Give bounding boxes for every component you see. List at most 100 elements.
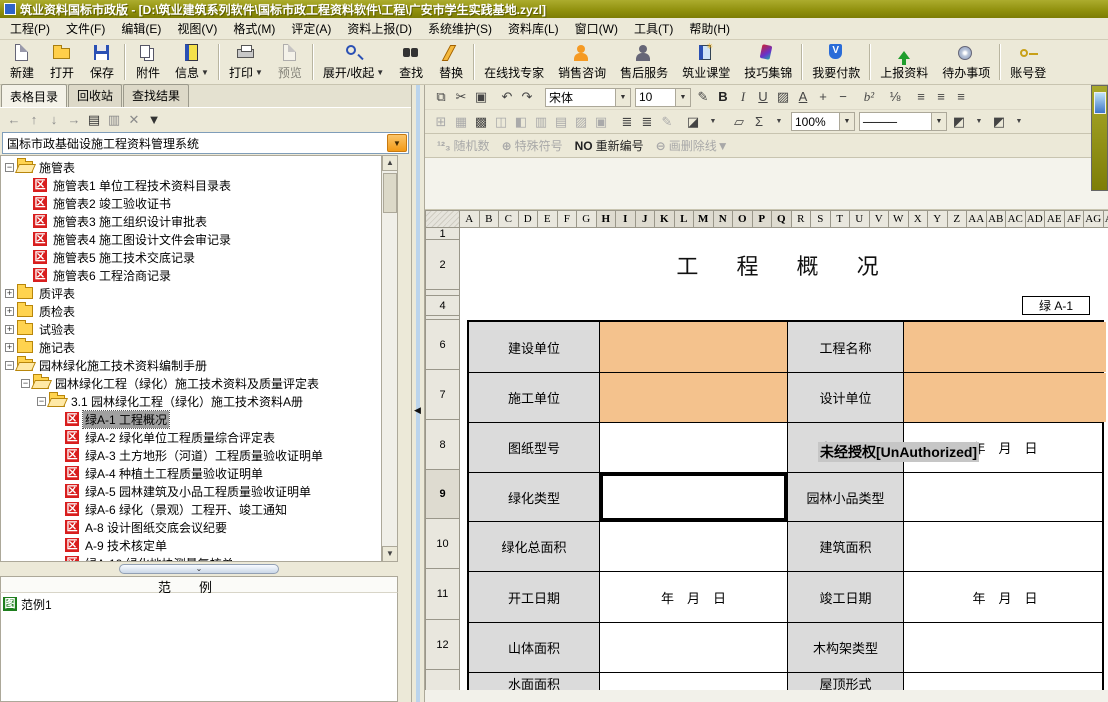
docked-panel-strip[interactable] (1091, 85, 1108, 191)
column-header-E[interactable]: E (538, 210, 558, 228)
row-header-hidden[interactable] (425, 670, 460, 690)
tree-item-12[interactable]: −园林绿化工程（绿化）施工技术资料及质量评定表 (1, 374, 397, 392)
tree-item-14[interactable]: 绿A-1 工程概况 (1, 410, 397, 428)
tree-item-1[interactable]: 施管表1 单位工程技术资料目录表 (1, 176, 397, 194)
fill-pattern-icon[interactable]: ◪ (683, 113, 703, 131)
tree-item-0[interactable]: −施管表 (1, 158, 397, 176)
column-header-I[interactable]: I (616, 210, 636, 228)
tree-item-18[interactable]: 绿A-5 园林建筑及小品工程质量验收证明单 (1, 482, 397, 500)
collapse-left-icon[interactable]: ◀ (414, 405, 421, 416)
attachment-button[interactable]: 附件 (128, 41, 168, 83)
cell-r3c3-field-value[interactable] (903, 473, 1106, 521)
print-button[interactable]: 打印▼ (222, 41, 270, 83)
column-header-J[interactable]: J (636, 210, 656, 228)
column-header-C[interactable]: C (499, 210, 519, 228)
dropdown-arrow-icon[interactable]: ▼ (675, 89, 690, 106)
cell-r0c0-field-label[interactable]: 建设单位 (469, 322, 599, 372)
column-header-AE[interactable]: AE (1045, 210, 1065, 228)
column-header-AA[interactable]: AA (967, 210, 987, 228)
payment-button[interactable]: V我要付款 (805, 41, 867, 83)
menu-item-8[interactable]: 资料库(L) (500, 18, 567, 39)
zoom-select[interactable]: 100%▼ (791, 112, 855, 131)
expander-icon[interactable]: − (5, 163, 14, 172)
highlight-icon[interactable]: ▨ (773, 88, 793, 106)
font-size-select[interactable]: 10▼ (635, 88, 691, 107)
filter-icon[interactable]: ▼ (144, 112, 164, 127)
row-header-8[interactable]: 8 (425, 420, 460, 470)
menu-item-2[interactable]: 编辑(E) (113, 18, 169, 39)
cell-r7c1-field-value[interactable] (599, 673, 787, 690)
example-item-0[interactable]: 范例1 (3, 595, 395, 613)
tree-item-22[interactable]: 绿A-10 绿化地块测量复核单 (1, 554, 397, 562)
cell-r4c2-field-label[interactable]: 建筑面积 (787, 522, 903, 571)
expander-icon[interactable]: + (5, 307, 14, 316)
cell-r3c0-field-label[interactable]: 绿化类型 (469, 473, 599, 521)
column-header-S[interactable]: S (811, 210, 831, 228)
menu-item-1[interactable]: 文件(F) (58, 18, 113, 39)
font-color-icon[interactable]: A (793, 88, 813, 106)
column-header-K[interactable]: K (655, 210, 675, 228)
classroom-button[interactable]: 筑业课堂 (675, 41, 737, 83)
cell-r2c1-field-value[interactable] (599, 423, 787, 472)
cell-r6c0-field-label[interactable]: 山体面积 (469, 623, 599, 672)
column-header-Z[interactable]: Z (948, 210, 968, 228)
cell-r7c3-field-value[interactable] (903, 673, 1106, 690)
superscript-icon[interactable]: b² (859, 88, 879, 106)
dropdown-arrow-icon[interactable]: ▼ (376, 68, 384, 77)
italic-icon[interactable]: I (733, 88, 753, 106)
menu-item-6[interactable]: 资料上报(D) (339, 18, 420, 39)
column-header-O[interactable]: O (733, 210, 753, 228)
column-header-X[interactable]: X (909, 210, 929, 228)
tree-item-11[interactable]: −园林绿化施工技术资料编制手册 (1, 356, 397, 374)
border-icon[interactable]: ▱ (729, 113, 749, 131)
column-header-Y[interactable]: Y (928, 210, 948, 228)
tree-item-16[interactable]: 绿A-3 土方地形（河道）工程质量验收证明单 (1, 446, 397, 464)
font-name-select[interactable]: 宋体▼ (545, 88, 631, 107)
cell-r4c1-field-value[interactable] (599, 522, 787, 571)
cell-r1c1-field-value[interactable] (599, 373, 787, 422)
cell-r4c0-field-label[interactable]: 绿化总面积 (469, 522, 599, 571)
dropdown-arrow-icon[interactable]: ▼ (201, 68, 209, 77)
system-select[interactable]: 国标市政基础设施工程资料管理系统 ▼ (0, 131, 411, 155)
cell-r5c0-field-label[interactable]: 开工日期 (469, 572, 599, 622)
tree-item-6[interactable]: 施管表6 工程洽商记录 (1, 266, 397, 284)
row-header-4[interactable]: 4 (425, 296, 460, 316)
tree-item-13[interactable]: −3.1 园林绿化工程（绿化）施工技术资料A册 (1, 392, 397, 410)
pen-icon[interactable]: ✎ (693, 88, 713, 106)
info-button[interactable]: 信息▼ (168, 41, 216, 83)
row-header-11[interactable]: 11 (425, 569, 460, 620)
align-center-icon[interactable]: ≡ (931, 88, 951, 106)
cell-r0c1-field-value[interactable] (599, 322, 787, 372)
scroll-up-icon[interactable]: ▲ (382, 155, 398, 171)
column-header-AC[interactable]: AC (1006, 210, 1026, 228)
scroll-down-icon[interactable]: ▼ (382, 546, 398, 562)
docked-panel-icon[interactable] (1094, 92, 1106, 114)
tree-item-15[interactable]: 绿A-2 绿化单位工程质量综合评定表 (1, 428, 397, 446)
undo-icon[interactable]: ↶ (497, 88, 517, 106)
expander-icon[interactable]: − (21, 379, 30, 388)
form-title-cell[interactable]: 工 程 概 况 (467, 240, 1104, 290)
cell-r6c1-field-value[interactable] (599, 623, 787, 672)
fill-color-icon[interactable]: ◩ (989, 113, 1009, 131)
column-header-AG[interactable]: AG (1084, 210, 1104, 228)
column-header-W[interactable]: W (889, 210, 909, 228)
open-folder-button[interactable]: 打开 (42, 41, 82, 83)
column-header-AF[interactable]: AF (1065, 210, 1085, 228)
tree-vertical-scrollbar[interactable]: ▲ ▼ (381, 155, 397, 562)
cell-r5c1-field-value[interactable]: 年 月 日 (599, 572, 787, 622)
tips-button[interactable]: 技巧集锦 (737, 41, 799, 83)
column-header-D[interactable]: D (519, 210, 539, 228)
renumber-button[interactable]: NO重新编号 (575, 137, 644, 154)
tree-item-3[interactable]: 施管表3 施工组织设计审批表 (1, 212, 397, 230)
column-header-P[interactable]: P (753, 210, 773, 228)
expander-icon[interactable]: + (5, 343, 14, 352)
tree-item-5[interactable]: 施管表5 施工技术交底记录 (1, 248, 397, 266)
row-header-10[interactable]: 10 (425, 519, 460, 569)
column-header-L[interactable]: L (675, 210, 695, 228)
new-form-icon[interactable]: ▤ (84, 112, 104, 128)
tree-item-2[interactable]: 施管表2 竣工验收证书 (1, 194, 397, 212)
menu-item-9[interactable]: 窗口(W) (567, 18, 626, 39)
cell-r6c2-field-label[interactable]: 木构架类型 (787, 623, 903, 672)
cell-r1c2-field-label[interactable]: 设计单位 (787, 373, 903, 422)
tree-item-19[interactable]: 绿A-6 绿化（景观）工程开、竣工通知 (1, 500, 397, 518)
